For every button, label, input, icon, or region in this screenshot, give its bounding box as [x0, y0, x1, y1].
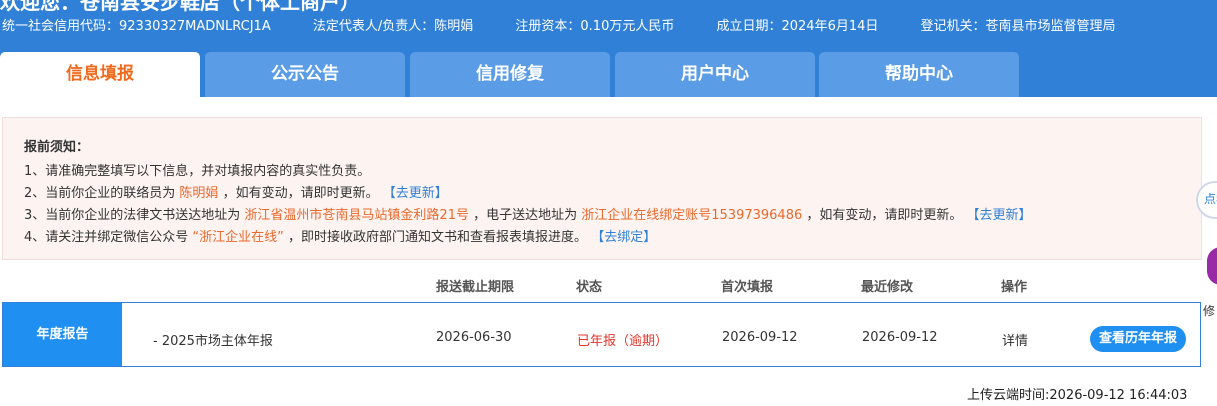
- header-status: 状态: [576, 280, 603, 295]
- report-last-modified: 2026-09-12: [862, 330, 938, 345]
- upload-timestamp: 上传云端时间:2026-09-12 16:44:03: [967, 388, 1188, 403]
- registration-authority: 登记机关：苍南县市场监督管理局: [920, 19, 1116, 34]
- notice-line-4-suffix: ，即时接收政府部门通知文书和查看报表填报进度。: [288, 230, 588, 245]
- notice-line-2-prefix: 2、当前你企业的联络员为: [24, 186, 176, 201]
- credit-code: 统一社会信用代码：92330327MADNLRCJ1A: [2, 19, 271, 34]
- floating-help-label: 点我: [1204, 192, 1217, 206]
- notice-line-3-prefix: 3、当前你企业的法律文书送达地址为: [24, 208, 241, 223]
- header-last-modified: 最近修改: [861, 280, 914, 295]
- annual-report-row: 年度报告 - 2025市场主体年报 2026-06-30 已年报（逾期） 202…: [2, 302, 1201, 367]
- notice-line-4-prefix: 4、请关注并绑定微信公众号: [24, 230, 189, 245]
- report-name: - 2025市场主体年报: [153, 334, 273, 349]
- wechat-account-name: “浙江企业在线”: [192, 230, 284, 245]
- detail-link[interactable]: 详情: [1002, 330, 1028, 349]
- tab-user-center[interactable]: 用户中心: [615, 52, 815, 97]
- electronic-address: 浙江企业在线绑定账号15397396486: [581, 208, 803, 223]
- tab-info-filing[interactable]: 信息填报: [0, 52, 200, 97]
- notice-line-2: 2、当前你企业的联络员为 陈明娟 ，如有变动，请即时更新。 【去更新】: [24, 182, 448, 201]
- report-status: 已年报（逾期）: [577, 334, 669, 349]
- update-liaison-link[interactable]: 【去更新】: [383, 186, 448, 201]
- tab-credit-repair[interactable]: 信用修复: [410, 52, 610, 97]
- notice-line-3-mid: ，电子送达地址为: [473, 208, 578, 223]
- report-deadline: 2026-06-30: [436, 330, 512, 345]
- bind-wechat-link[interactable]: 【去绑定】: [591, 230, 656, 245]
- header-first-filed: 首次填报: [721, 280, 774, 295]
- floating-edit-label[interactable]: 修: [1203, 302, 1215, 319]
- notice-line-3: 3、当前你企业的法律文书送达地址为 浙江省温州市苍南县马站镇金利路21号 ，电子…: [24, 204, 1032, 223]
- liaison-name: 陈明娟: [179, 186, 219, 201]
- header-bar: 欢迎您：苍南县安步鞋店（个体工商户） 统一社会信用代码：92330327MADN…: [0, 0, 1217, 97]
- header-deadline: 报送截止期限: [436, 280, 515, 295]
- header-actions: 操作: [1001, 280, 1028, 295]
- notice-line-4: 4、请关注并绑定微信公众号 “浙江企业在线” ，即时接收政府部门通知文书和查看报…: [24, 226, 656, 245]
- tab-help-center[interactable]: 帮助中心: [819, 52, 1019, 97]
- notice-title: 报前须知：: [24, 140, 90, 155]
- update-address-link[interactable]: 【去更新】: [967, 208, 1032, 223]
- notice-line-1-text: 1、请准确完整填写以下信息，并对填报内容的真实性负责。: [24, 164, 371, 179]
- notice-line-2-suffix: ，如有变动，请即时更新。: [222, 186, 379, 201]
- legal-representative: 法定代表人/负责人：陈明娟: [312, 19, 474, 34]
- established-date: 成立日期：2024年6月14日: [716, 19, 879, 34]
- tab-public-notice[interactable]: 公示公告: [205, 52, 405, 97]
- company-info-line: 统一社会信用代码：92330327MADNLRCJ1A 法定代表人/负责人：陈明…: [2, 15, 1154, 34]
- annual-report-label: 年度报告: [3, 303, 122, 366]
- notice-line-3-suffix: ，如有变动，请即时更新。: [806, 208, 963, 223]
- notice-line-1: 1、请准确完整填写以下信息，并对填报内容的真实性负责。: [24, 160, 370, 179]
- view-history-reports-button[interactable]: 查看历年年报: [1090, 326, 1186, 352]
- report-first-filed: 2026-09-12: [722, 330, 798, 345]
- registered-capital: 注册资本：0.10万元人民币: [515, 19, 675, 34]
- floating-avatar-icon[interactable]: [1207, 247, 1217, 285]
- welcome-title: 欢迎您：苍南县安步鞋店（个体工商户）: [0, 0, 360, 14]
- filing-notice: 报前须知： 1、请准确完整填写以下信息，并对填报内容的真实性负责。 2、当前你企…: [2, 117, 1202, 260]
- service-address: 浙江省温州市苍南县马站镇金利路21号: [244, 208, 469, 223]
